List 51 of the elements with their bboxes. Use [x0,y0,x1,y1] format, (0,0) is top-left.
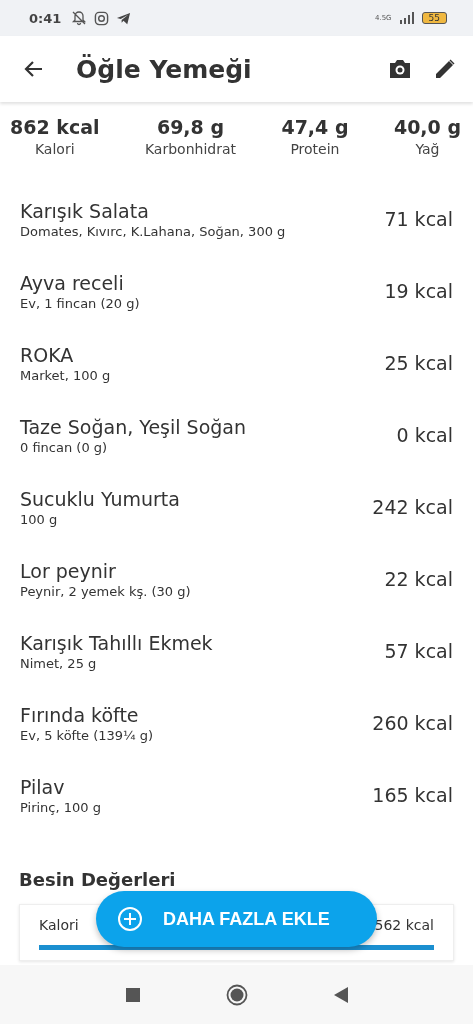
food-calories: 22 kcal [384,568,453,590]
food-name[interactable]: Pilav [20,775,101,798]
food-calories: 242 kcal [372,496,453,518]
summary-label: Protein [290,141,340,157]
summary-value: 47,4 g [281,116,349,138]
add-icon [117,906,143,932]
summary-value: 40,0 g [393,116,461,138]
summary-label: Yağ [415,141,440,157]
summary-label: Karbonhidrat [144,141,236,157]
food-calories: 19 kcal [384,280,453,302]
food-calories: 260 kcal [372,712,453,734]
summary-value: 69,8 g [156,116,224,138]
nutrient-reading: 562 kcal [374,917,434,933]
page-title: Öğle Yemeği [76,54,253,84]
food-name[interactable]: Taze Soğan, Yeşil Soğan [20,415,246,438]
home-icon[interactable] [225,983,248,1006]
recents-icon[interactable] [125,987,140,1002]
food-detail: Ev, 1 fincan (20 g) [20,295,140,311]
food-name[interactable]: ROKA [20,343,111,366]
food-name[interactable]: Karışık Tahıllı Ekmek [20,631,213,654]
food-name[interactable]: Fırında köfte [20,703,154,726]
signal-icon [398,12,415,24]
food-name[interactable]: Karışık Salata [20,199,286,222]
back-nav-icon[interactable] [333,986,348,1003]
summary-value: 862 kcal [10,116,100,138]
bell-off-icon [71,10,88,26]
nutrient-label: Kalori [39,917,79,933]
food-detail: 100 g [20,511,59,527]
food-name[interactable]: Lor peynir [20,559,191,582]
section-title: Besin Değerleri [19,869,176,890]
food-detail: Pirinç, 100 g [20,799,101,815]
food-name[interactable]: Sucuklu Yumurta [20,487,180,510]
summary-label: Kalori [34,141,75,157]
food-calories: 25 kcal [384,352,453,374]
send-icon [116,10,132,26]
food-name[interactable]: Ayva receli [20,271,140,294]
food-detail: Nimet, 25 g [20,655,98,671]
food-detail: 0 fincan (0 g) [20,439,109,455]
food-calories: 71 kcal [384,208,453,230]
food-detail: Ev, 5 köfte (139¼ g) [20,727,154,743]
food-calories: 165 kcal [372,784,453,806]
food-detail: Peynir, 2 yemek kş. (30 g) [20,583,191,599]
instagram-icon [94,10,110,26]
food-detail: Domates, Kıvırc, K.Lahana, Soğan, 300 g [20,223,286,239]
battery-level: 55 [421,12,447,24]
status-time: 0:41 [29,10,62,26]
food-calories: 57 kcal [384,640,453,662]
food-calories: 0 kcal [396,424,453,446]
edit-icon[interactable] [433,57,457,81]
food-detail: Market, 100 g [20,367,111,383]
camera-icon[interactable] [387,57,413,81]
